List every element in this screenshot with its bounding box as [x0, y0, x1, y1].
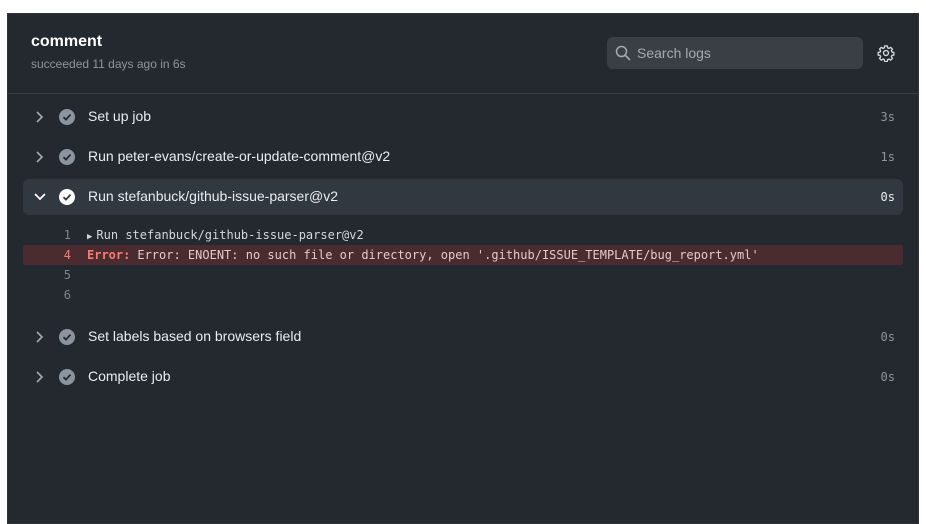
- job-title: comment: [31, 33, 103, 50]
- log-text: Error: Error: ENOENT: no such file or dir…: [87, 245, 759, 265]
- log-line-error[interactable]: 4 Error: Error: ENOENT: no such file or d…: [23, 245, 903, 265]
- log-line[interactable]: 6: [23, 285, 903, 305]
- expand-triangle-icon[interactable]: ▶: [87, 232, 92, 242]
- log-line[interactable]: 1 ▶ Run stefanbuck/github-issue-parser@v2: [23, 225, 903, 245]
- search-icon: [615, 45, 631, 61]
- step-name: Run peter-evans/create-or-update-comment…: [88, 148, 391, 164]
- line-number[interactable]: 5: [23, 265, 71, 285]
- check-circle-icon: [59, 149, 75, 165]
- step-create-comment[interactable]: Run peter-evans/create-or-update-comment…: [23, 139, 903, 175]
- step-log-output: 1 ▶ Run stefanbuck/github-issue-parser@v2…: [23, 225, 903, 305]
- line-number[interactable]: 1: [23, 225, 71, 245]
- chevron-right-icon: [36, 331, 44, 343]
- step-set-labels[interactable]: Set labels based on browsers field 0s: [23, 319, 903, 355]
- line-number[interactable]: 6: [23, 285, 71, 305]
- job-status: succeeded 11 days ago in 6s: [31, 57, 186, 71]
- line-number[interactable]: 4: [23, 245, 71, 265]
- check-circle-icon: [59, 329, 75, 345]
- search-box[interactable]: [607, 37, 863, 69]
- chevron-right-icon: [36, 151, 44, 163]
- step-set-up-job[interactable]: Set up job 3s: [23, 99, 903, 135]
- check-circle-icon: [59, 369, 75, 385]
- chevron-down-icon: [34, 193, 46, 201]
- step-issue-parser[interactable]: Run stefanbuck/github-issue-parser@v2 0s: [23, 179, 903, 215]
- chevron-right-icon: [36, 111, 44, 123]
- step-duration: 1s: [880, 150, 895, 164]
- step-duration: 0s: [880, 190, 895, 204]
- step-name: Complete job: [88, 368, 171, 384]
- error-label: Error:: [87, 248, 131, 262]
- job-log-panel: comment succeeded 11 days ago in 6s Set …: [7, 13, 919, 524]
- step-duration: 0s: [880, 330, 895, 344]
- step-complete-job[interactable]: Complete job 0s: [23, 359, 903, 395]
- check-circle-icon: [59, 109, 75, 125]
- step-name: Set up job: [88, 108, 152, 124]
- step-duration: 0s: [880, 370, 895, 384]
- step-name: Set labels based on browsers field: [88, 328, 302, 344]
- log-text[interactable]: ▶ Run stefanbuck/github-issue-parser@v2: [87, 225, 364, 247]
- steps-list: Set up job 3s Run peter-evans/create-or-…: [23, 99, 903, 399]
- job-header: comment succeeded 11 days ago in 6s: [8, 14, 918, 94]
- step-name: Run stefanbuck/github-issue-parser@v2: [88, 188, 339, 204]
- search-input[interactable]: [637, 37, 857, 69]
- step-duration: 3s: [880, 110, 895, 124]
- check-circle-icon: [59, 189, 75, 205]
- log-line[interactable]: 5: [23, 265, 903, 285]
- error-message: Error: ENOENT: no such file or directory…: [137, 248, 759, 262]
- chevron-right-icon: [36, 371, 44, 383]
- gear-icon[interactable]: [877, 44, 895, 62]
